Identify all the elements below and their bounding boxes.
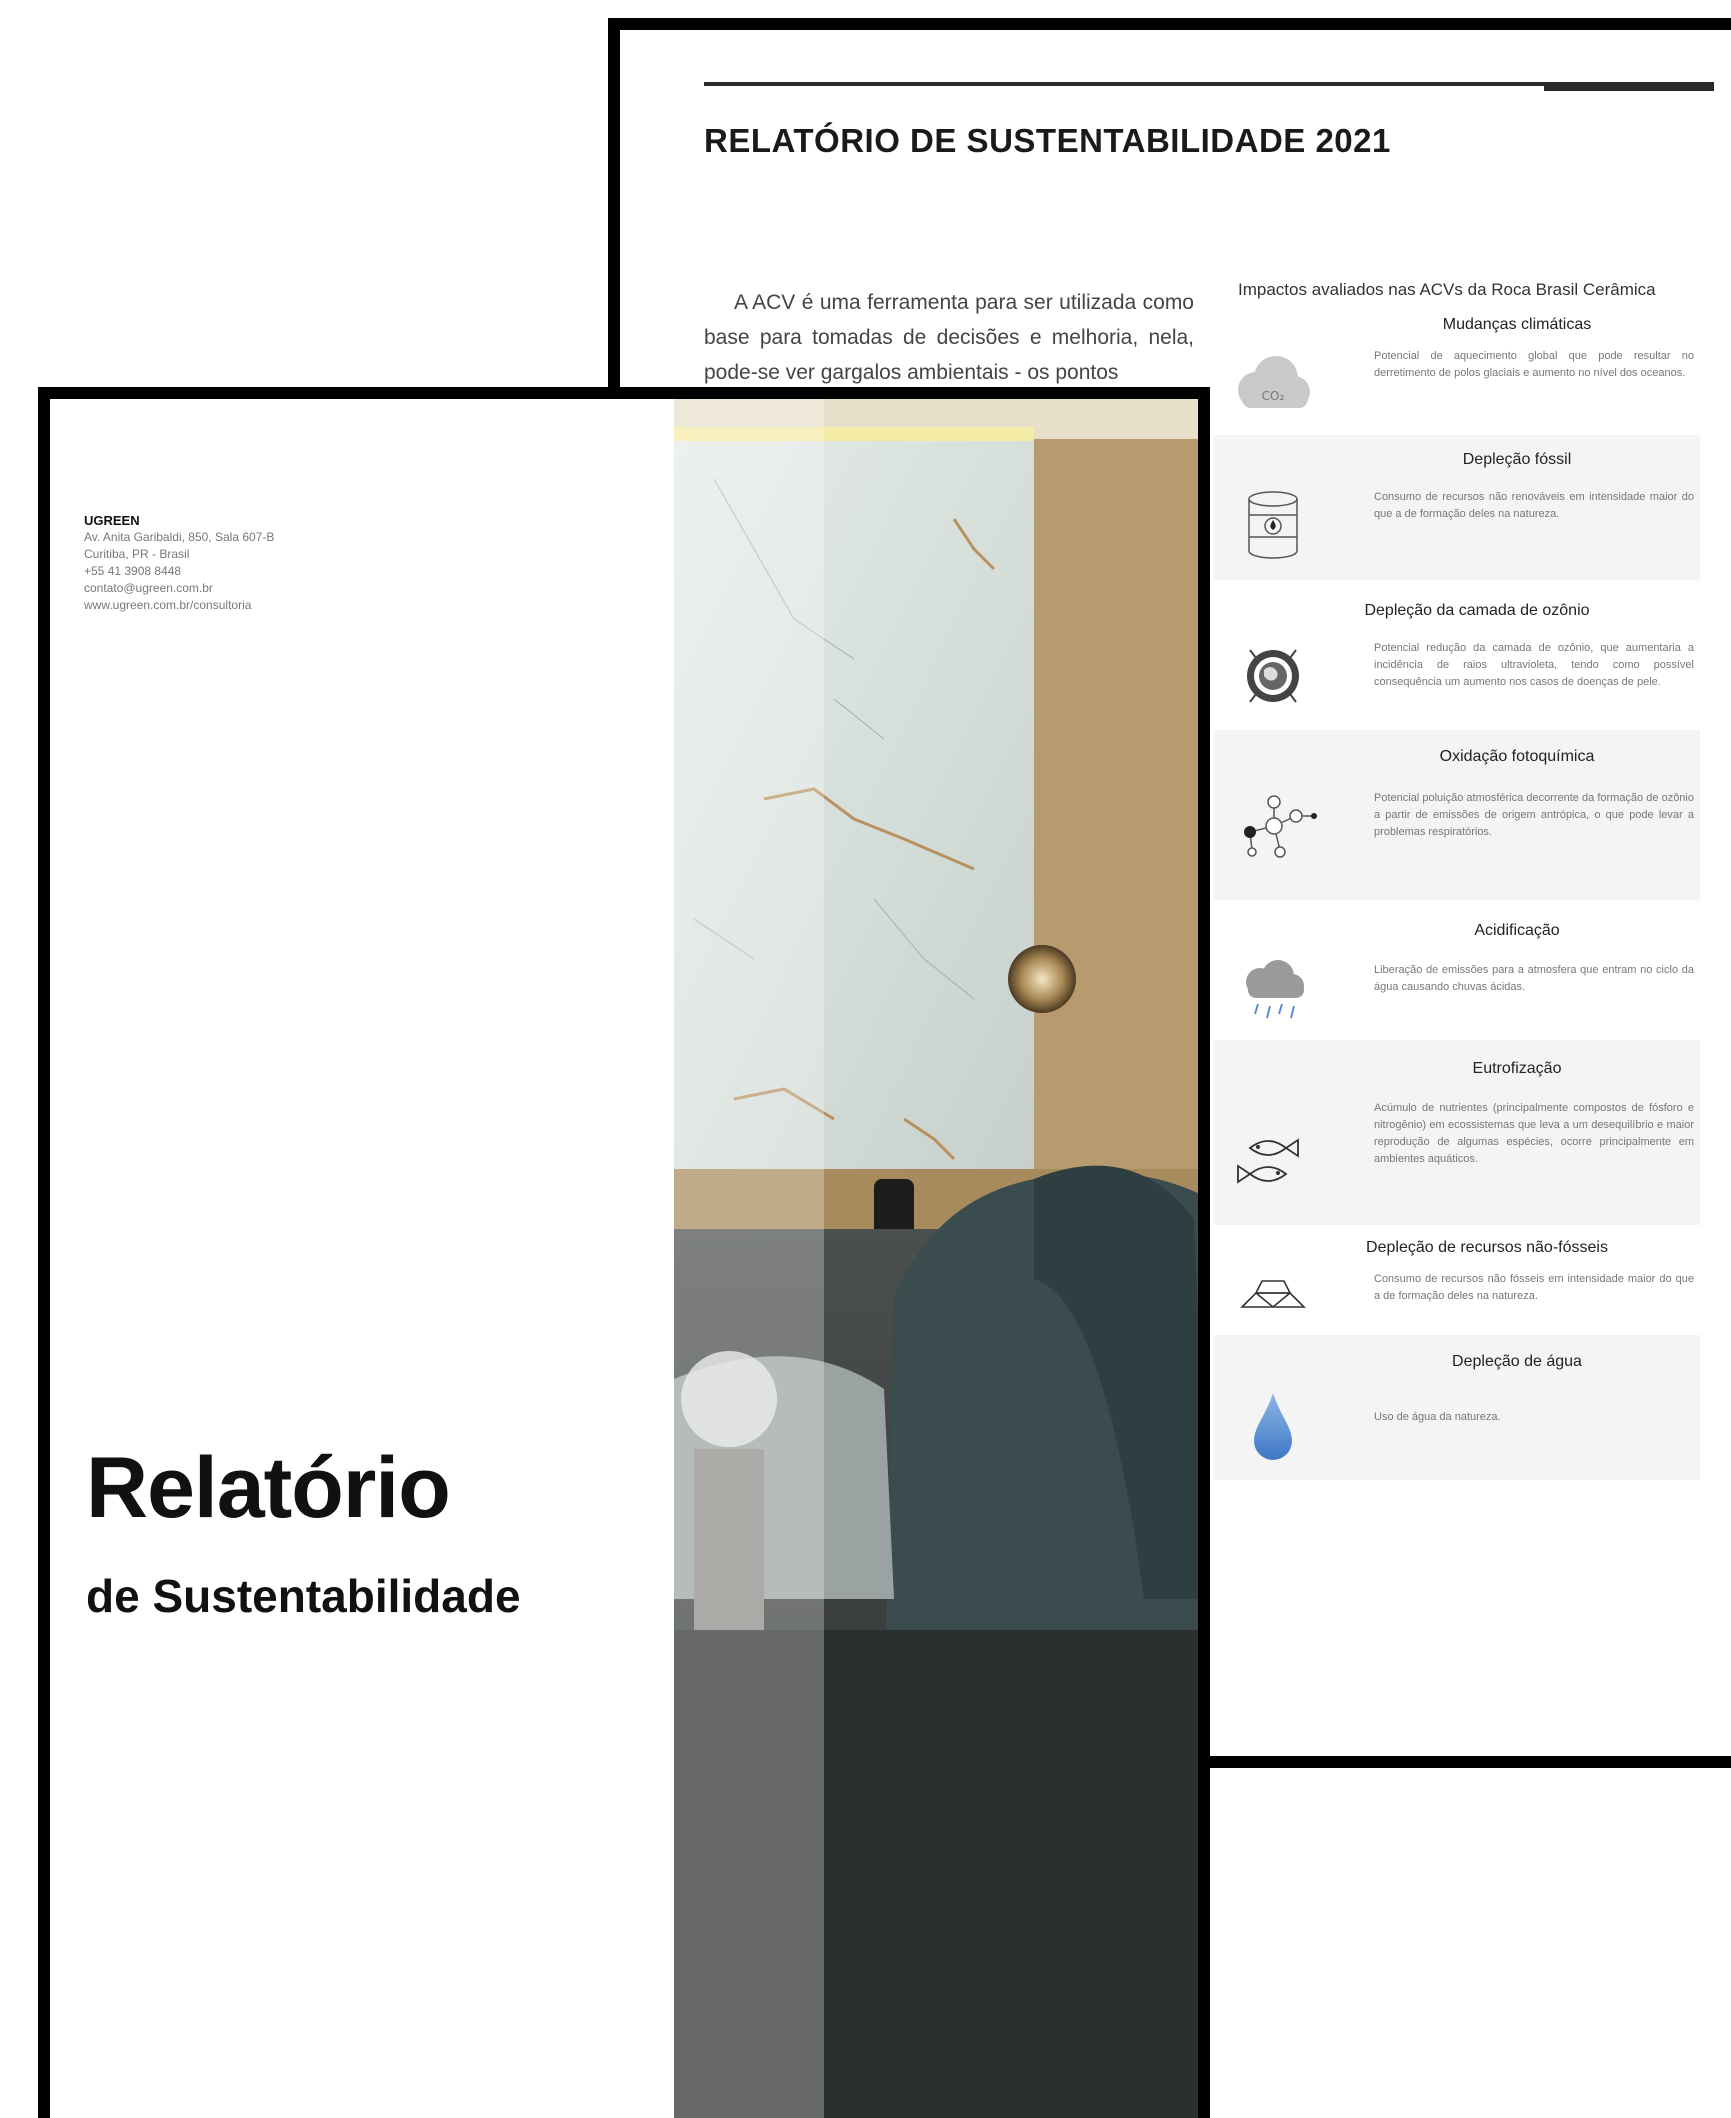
impact-description: Consumo de recursos não renováveis em in…	[1374, 491, 1694, 520]
impact-title: Acidificação	[1474, 922, 1560, 939]
cover-title: Relatório	[86, 1440, 451, 1536]
website: www.ugreen.com.br/consultoria	[84, 598, 252, 612]
impact-title: Depleção da camada de ozônio	[1364, 602, 1590, 619]
email: contato@ugreen.com.br	[84, 581, 213, 595]
impact-description: Potencial poluição atmosférica decorrent…	[1374, 792, 1694, 838]
impact-description: Consumo de recursos não fósseis em inten…	[1374, 1273, 1694, 1302]
ozone-globe-icon	[1228, 638, 1318, 718]
impact-title: Eutrofização	[1472, 1060, 1562, 1077]
fish-icon	[1228, 1120, 1318, 1200]
interior-photo	[674, 399, 1198, 2118]
impact-description: Potencial de aquecimento global que pode…	[1374, 350, 1694, 379]
impact-photochemical-oxidation: Oxidação fotoquímica Potencial poluição …	[1214, 730, 1700, 900]
impact-title: Depleção de água	[1452, 1353, 1582, 1370]
phone: +55 41 3908 8448	[84, 564, 182, 578]
impact-description: Uso de água da natureza.	[1374, 1411, 1501, 1423]
address-line: Av. Anita Garibaldi, 850, Sala 607-B	[84, 530, 275, 544]
impact-ozone-depletion: Depleção da camada de ozônio Potencial r…	[1214, 580, 1700, 730]
impact-title: Depleção de recursos não-fósseis	[1366, 1239, 1608, 1256]
impacts-panel: Impactos avaliados nas ACVs da Roca Bras…	[1214, 280, 1700, 1480]
impact-climate-change: Mudanças climáticas CO₂ Potencial de aqu…	[1214, 310, 1700, 435]
impact-water-depletion: Depleção de água Uso de água da natureza…	[1214, 1335, 1700, 1480]
acid-rain-cloud-icon	[1228, 952, 1318, 1032]
impacts-heading: Impactos avaliados nas ACVs da Roca Bras…	[1238, 280, 1656, 299]
brand-name: UGREEN	[84, 513, 140, 528]
impact-description: Potencial redução da camada de ozônio, q…	[1374, 642, 1694, 688]
top-rule-accent	[1544, 82, 1714, 91]
cover-subtitle: de Sustentabilidade	[86, 1570, 521, 1622]
oil-barrel-icon	[1228, 485, 1318, 565]
impact-acidification: Acidificação Liberação de emissões para …	[1214, 900, 1700, 1040]
impact-title: Depleção fóssil	[1462, 451, 1572, 468]
city-line: Curitiba, PR - Brasil	[84, 547, 190, 561]
water-drop-icon	[1228, 1387, 1318, 1467]
molecule-icon	[1228, 786, 1318, 866]
impact-title: Mudanças climáticas	[1442, 316, 1592, 333]
report-title: RELATÓRIO DE SUSTENTABILIDADE 2021	[704, 122, 1391, 159]
ingots-icon	[1228, 1259, 1318, 1339]
co2-cloud-icon: CO₂	[1228, 346, 1318, 426]
impact-description: Acúmulo de nutrientes (principalmente co…	[1374, 1102, 1694, 1165]
acv-paragraph: A ACV é uma ferramenta para ser utilizad…	[704, 291, 1194, 384]
impact-fossil-depletion: Depleção fóssil Consumo de recursos não …	[1214, 435, 1700, 580]
impact-eutrophication: Eutrofização Acúmulo de nutrientes (prin…	[1214, 1040, 1700, 1225]
contact-block: UGREEN Av. Anita Garibaldi, 850, Sala 60…	[84, 512, 274, 614]
impact-title: Oxidação fotoquímica	[1439, 748, 1595, 765]
report-cover: UGREEN Av. Anita Garibaldi, 850, Sala 60…	[38, 387, 1210, 2118]
impact-non-fossil-depletion: Depleção de recursos não-fósseis Consumo…	[1214, 1225, 1700, 1335]
co2-label: CO₂	[1262, 389, 1285, 403]
impact-description: Liberação de emissões para a atmosfera q…	[1374, 964, 1694, 993]
